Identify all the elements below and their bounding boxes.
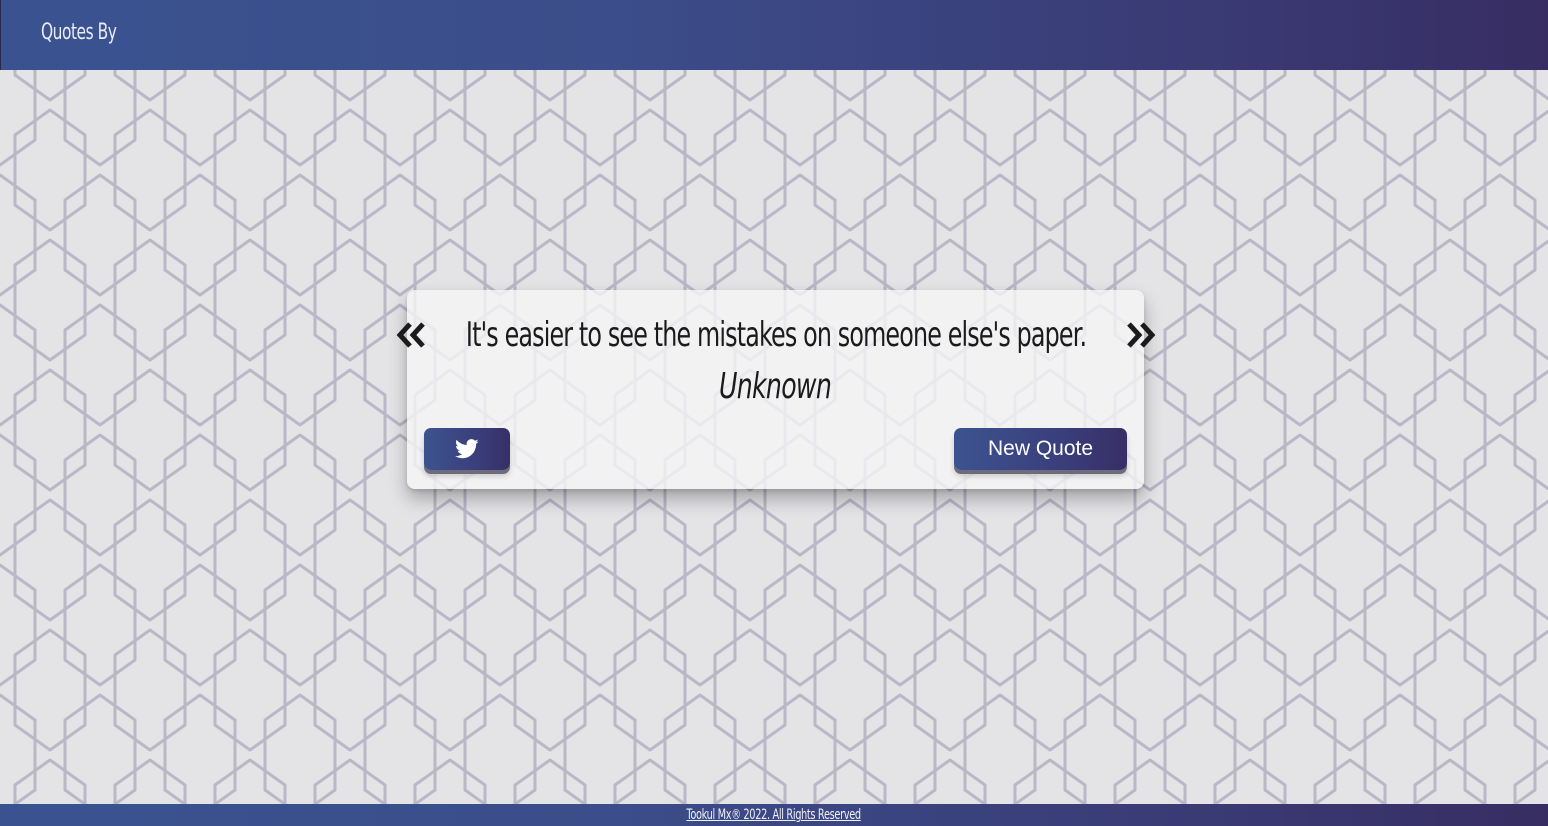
quote-card: It's easier to see the mistakes on someo… (396, 290, 1156, 489)
footer: Tookul Mx® 2022. All Rights Reserved (0, 804, 1548, 826)
top-navbar: Quotes By (0, 0, 1548, 70)
quote-text: It's easier to see the mistakes on someo… (465, 315, 1087, 355)
quote-author: Unknown (407, 366, 1144, 407)
site-title[interactable]: Quotes By (41, 20, 117, 45)
quote-right-icon (1127, 322, 1156, 348)
tweet-button[interactable] (424, 428, 510, 470)
quote-left-icon (396, 322, 425, 348)
quote-author-text: Unknown (719, 366, 832, 407)
quote-row: It's easier to see the mistakes on someo… (396, 312, 1156, 358)
new-quote-button[interactable]: New Quote (954, 428, 1127, 470)
twitter-icon (455, 439, 479, 459)
footer-copyright-link[interactable]: Tookul Mx® 2022. All Rights Reserved (687, 804, 862, 826)
